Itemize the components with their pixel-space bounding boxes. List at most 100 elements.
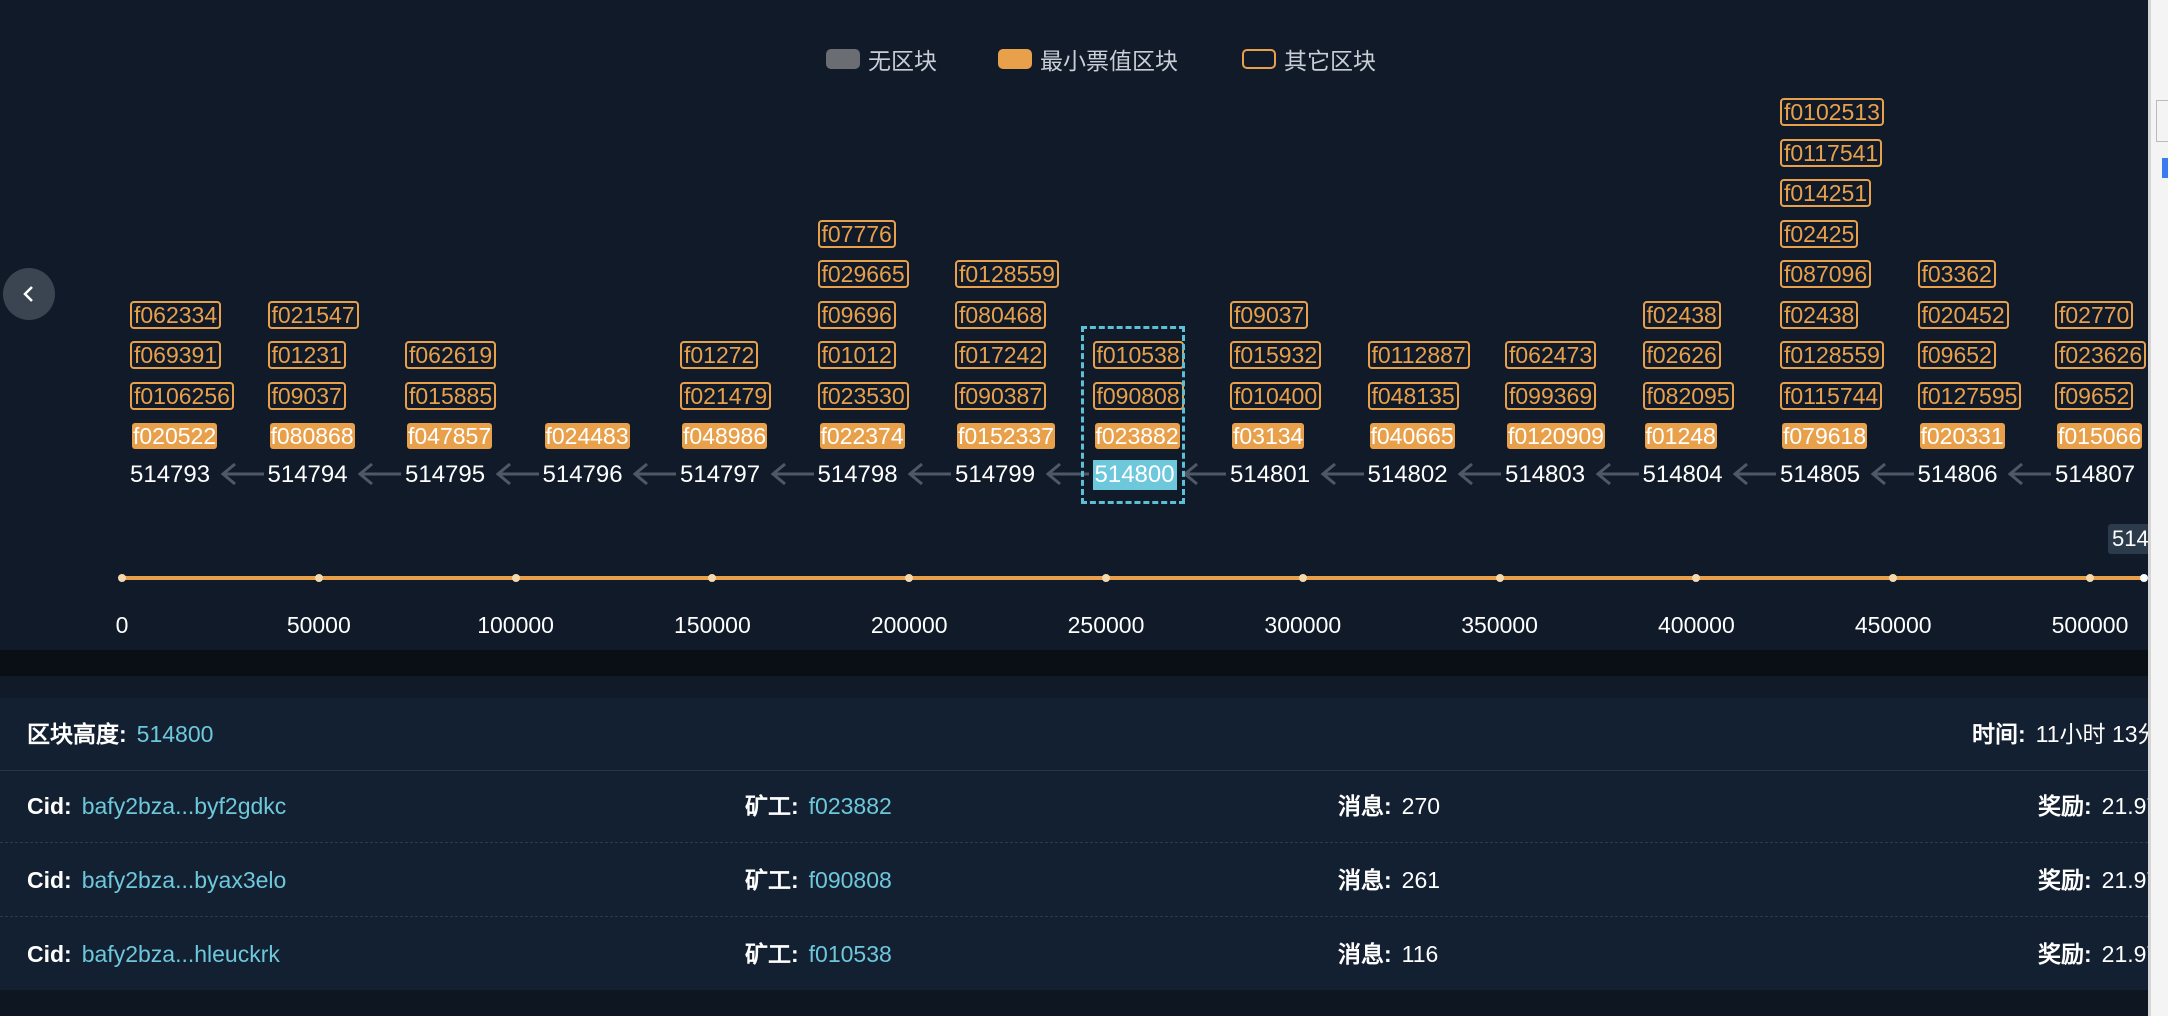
block-height[interactable]: 514802 <box>1368 460 1448 490</box>
other-block-miner[interactable]: f01272 <box>680 341 759 369</box>
block-height[interactable]: 514793 <box>130 460 210 490</box>
other-block-miner[interactable]: f080468 <box>955 300 1047 329</box>
min-ticket-miner[interactable]: f079618 <box>1780 422 1869 450</box>
other-block-miner[interactable]: f0117541 <box>1780 138 1883 167</box>
min-ticket-miner[interactable]: f022374 <box>818 422 907 450</box>
axis-tick-label: 150000 <box>674 612 751 638</box>
other-block-miner[interactable]: f048135 <box>1367 381 1459 410</box>
block-height[interactable]: 514797 <box>680 460 760 490</box>
min-ticket-miner-label: f01248 <box>1644 423 1717 449</box>
other-block-miner[interactable]: f087096 <box>1780 260 1872 288</box>
legend-item-no-block[interactable]: 无区块 <box>826 44 937 74</box>
other-block-miner[interactable]: f07776 <box>817 219 896 248</box>
other-block-miner[interactable]: f020452 <box>1917 300 2009 329</box>
other-block-miner[interactable]: f0128559 <box>955 260 1059 288</box>
other-block-miner[interactable]: f069391 <box>130 341 222 369</box>
other-block-miner[interactable]: f0112887 <box>1367 341 1470 369</box>
other-block-miner[interactable]: f02438 <box>1780 300 1859 329</box>
other-block-miner[interactable]: f09652 <box>2055 381 2134 410</box>
other-block-miner[interactable]: f010400 <box>1230 381 1322 410</box>
min-ticket-miner[interactable]: f080868 <box>268 422 357 450</box>
block-height[interactable]: 514795 <box>405 460 485 490</box>
other-block-miner[interactable]: f062619 <box>405 341 497 369</box>
other-block-miner[interactable]: f09652 <box>1917 341 1996 369</box>
cid-label: Cid: <box>27 941 72 967</box>
min-ticket-miner[interactable]: f01248 <box>1643 422 1719 450</box>
other-block-miner[interactable]: f09037 <box>267 381 346 410</box>
min-ticket-miner[interactable]: f020331 <box>1918 422 2007 450</box>
divider <box>0 650 2148 676</box>
other-block-miner[interactable]: f0128559 <box>1780 341 1884 369</box>
other-block-miner[interactable]: f0115744 <box>1780 381 1883 410</box>
timeline-axis[interactable] <box>122 576 2146 580</box>
min-ticket-miner[interactable]: f040665 <box>1368 422 1457 450</box>
other-block-miner[interactable]: f082095 <box>1642 381 1734 410</box>
block-height[interactable]: 514794 <box>268 460 348 490</box>
cid-link[interactable]: bafy2bza...byf2gdkc <box>82 793 287 819</box>
other-block-miner[interactable]: f099369 <box>1505 381 1597 410</box>
miner-link[interactable]: f090808 <box>809 867 892 893</box>
min-ticket-miner[interactable]: f03134 <box>1230 422 1306 450</box>
other-block-miner[interactable]: f0102513 <box>1780 98 1884 126</box>
other-block-miner[interactable]: f062473 <box>1505 341 1597 369</box>
other-block-miner[interactable]: f023530 <box>817 381 909 410</box>
legend-item-other-block[interactable]: 其它区块 <box>1242 44 1376 74</box>
miner-link[interactable]: f010538 <box>809 941 892 967</box>
other-block-miner[interactable]: f017242 <box>955 341 1047 369</box>
other-block-miner[interactable]: f01012 <box>817 341 896 369</box>
block-height[interactable]: 514796 <box>543 460 623 490</box>
miner-link[interactable]: f023882 <box>809 793 892 819</box>
arrow-left-icon <box>495 462 539 486</box>
other-block-miner[interactable]: f029665 <box>817 260 909 288</box>
min-ticket-miner-label: f0120909 <box>1507 423 1605 449</box>
other-block-miner[interactable]: f09037 <box>1230 300 1309 329</box>
min-ticket-miner[interactable]: f047857 <box>405 422 494 450</box>
min-ticket-miner-label: f024483 <box>544 423 630 449</box>
axis-end-handle[interactable] <box>2140 574 2148 582</box>
axis-tick-dot <box>1495 574 1504 582</box>
other-block-miner[interactable]: f021479 <box>680 381 772 410</box>
other-block-miner[interactable]: f01231 <box>267 341 346 369</box>
scrollbar-thumb[interactable] <box>2156 100 2168 142</box>
cid-link[interactable]: bafy2bza...byax3elo <box>82 867 287 893</box>
other-block-miner[interactable]: f021547 <box>267 300 359 329</box>
block-height[interactable]: 514801 <box>1230 460 1310 490</box>
other-block-miner[interactable]: f0106256 <box>130 381 234 410</box>
cid-link[interactable]: bafy2bza...hleuckrk <box>82 941 280 967</box>
other-block-miner[interactable]: f014251 <box>1780 179 1872 207</box>
other-block-miner[interactable]: f0127595 <box>1917 381 2022 410</box>
block-height[interactable]: 514798 <box>818 460 898 490</box>
min-ticket-miner[interactable]: f024483 <box>543 422 632 450</box>
legend-item-min-ticket-block[interactable]: 最小票值区块 <box>998 44 1178 74</box>
axis-tick-dot <box>905 574 914 582</box>
block-height[interactable]: 514806 <box>1918 460 1998 490</box>
other-block-miner[interactable]: f02438 <box>1642 300 1721 329</box>
other-block-miner[interactable]: f03362 <box>1917 260 1996 288</box>
block-height[interactable]: 514803 <box>1505 460 1585 490</box>
other-block-miner[interactable]: f015885 <box>405 381 497 410</box>
block-height[interactable]: 514805 <box>1780 460 1860 490</box>
min-ticket-miner-label: f047857 <box>407 423 493 449</box>
block-height[interactable]: 514804 <box>1643 460 1723 490</box>
scrollbar-edge <box>2148 0 2151 1016</box>
block-height[interactable]: 514799 <box>955 460 1035 490</box>
block-height[interactable]: 514807 <box>2055 460 2135 490</box>
selected-block-frame[interactable] <box>1081 326 1185 504</box>
block-height-value[interactable]: 514800 <box>137 721 214 747</box>
other-block-miner[interactable]: f09696 <box>817 300 896 329</box>
other-block-miner[interactable]: f02626 <box>1642 341 1721 369</box>
min-ticket-miner[interactable]: f0120909 <box>1505 422 1607 450</box>
cid-label: Cid: <box>27 793 72 819</box>
other-block-miner[interactable]: f090387 <box>955 381 1047 410</box>
other-block-miner[interactable]: f015932 <box>1230 341 1322 369</box>
min-ticket-miner[interactable]: f0152337 <box>955 422 1057 450</box>
other-block-miner[interactable]: f02425 <box>1780 219 1859 248</box>
min-ticket-miner[interactable]: f020522 <box>130 422 219 450</box>
other-block-miner[interactable]: f023626 <box>2055 341 2147 369</box>
other-block-miner[interactable]: f02770 <box>2055 300 2134 329</box>
scrollbar[interactable] <box>2148 0 2168 1016</box>
min-ticket-miner[interactable]: f015066 <box>2055 422 2144 450</box>
min-ticket-miner[interactable]: f048986 <box>680 422 769 450</box>
other-block-miner[interactable]: f062334 <box>130 300 222 329</box>
prev-page-button[interactable] <box>3 268 55 320</box>
